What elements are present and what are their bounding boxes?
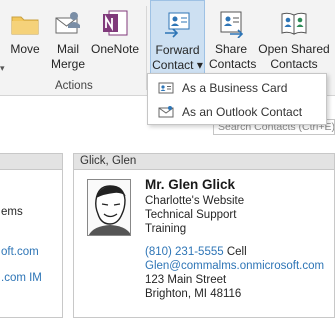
share-contacts-button[interactable]: Share Contacts [209, 0, 257, 76]
forward-contact-icon [164, 12, 189, 38]
forward-contact-menu: As a Business Card As an Outlook Contact [147, 73, 327, 125]
contact-phone-row: (810) 231-5555 Cell [145, 245, 247, 259]
menu-item-label: As an Outlook Contact [182, 105, 303, 119]
mail-merge-button[interactable]: Mail Merge [48, 0, 88, 76]
share-contacts-label: Share Contacts [209, 42, 257, 71]
card-fragment-line: ems [1, 206, 23, 218]
onenote-icon [103, 10, 128, 36]
onenote-button[interactable]: OneNote [90, 0, 140, 76]
address-book-icon [281, 12, 307, 35]
share-contacts-icon [220, 11, 244, 38]
menu-item-outlook-contact[interactable]: As an Outlook Contact [148, 100, 326, 124]
contact-phone[interactable]: (810) 231-5555 [145, 246, 224, 258]
contact-job-title: Training [145, 223, 187, 235]
outlook-contact-icon [158, 106, 174, 118]
contact-card-left[interactable]: ems oft.com .com IM [0, 153, 63, 318]
contact-street: 123 Main Street [145, 274, 227, 286]
open-shared-contacts-label: Open Shared Contacts [258, 42, 330, 71]
menu-item-business-card[interactable]: As a Business Card [148, 76, 326, 100]
contact-city: Brighton, MI 48116 [145, 288, 242, 300]
contact-card-header: Glick, Glen [74, 154, 334, 170]
contact-card-glen-glick[interactable]: Glick, Glen Mr. Glen Glick Charlotte's W… [73, 153, 335, 318]
move-label: Move [10, 42, 40, 56]
card-fragment-email: oft.com [1, 246, 39, 258]
actions-group-label: Actions [55, 80, 93, 92]
forward-contact-button[interactable]: Forward Contact ▾ [150, 0, 205, 76]
contact-card-header [0, 154, 62, 170]
contact-email[interactable]: Glen@commalms.onmicrosoft.com [145, 259, 324, 273]
onenote-label: OneNote [90, 42, 140, 56]
move-button[interactable]: Move [6, 0, 44, 76]
mail-merge-label: Mail Merge [50, 42, 85, 71]
contact-department: Technical Support [145, 209, 237, 221]
card-fragment-im: .com IM [1, 272, 42, 284]
folder-icon [11, 16, 39, 35]
chevron-down-icon[interactable]: ▾ [0, 63, 5, 74]
business-card-icon [158, 82, 174, 94]
mail-merge-icon [55, 12, 80, 34]
contact-photo [87, 179, 131, 236]
menu-item-label: As a Business Card [182, 81, 288, 95]
contact-photo-icon [88, 180, 130, 235]
open-shared-contacts-button[interactable]: Open Shared Contacts [256, 0, 332, 76]
contact-company: Charlotte's Website [145, 195, 245, 207]
forward-contact-label: Forward Contact ▾ [152, 43, 203, 72]
contact-name: Mr. Glen Glick [145, 177, 236, 192]
contact-phone-type: Cell [226, 246, 247, 258]
